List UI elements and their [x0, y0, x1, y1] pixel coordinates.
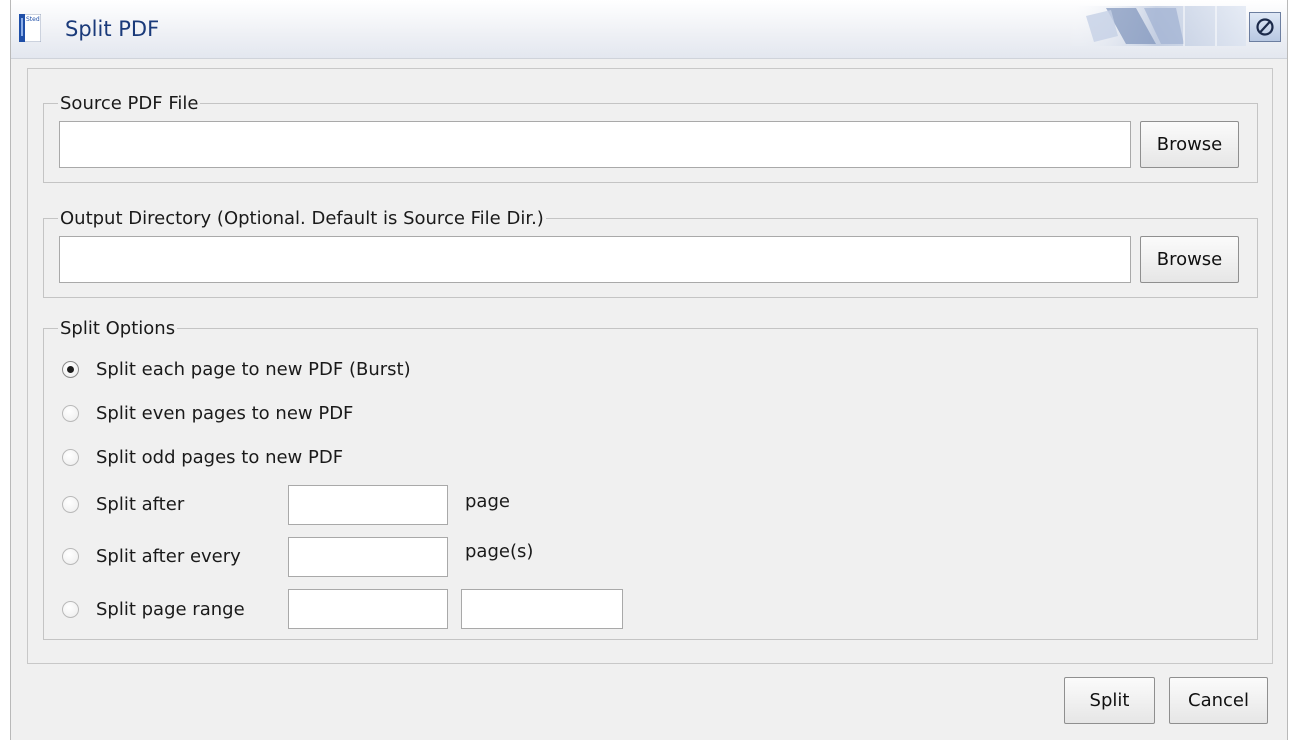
titlebar-decoration [1066, 6, 1246, 46]
output-browse-button[interactable]: Browse [1140, 236, 1239, 283]
cancel-button[interactable]: Cancel [1169, 677, 1268, 724]
window-title: Split PDF [65, 17, 160, 41]
source-pdf-input[interactable] [59, 121, 1131, 168]
option-odd-label: Split odd pages to new PDF [96, 446, 344, 468]
split-every-suffix: page(s) [465, 541, 534, 562]
output-directory-input[interactable] [59, 236, 1131, 283]
option-split-after-label: Split after [96, 493, 185, 515]
radio-page-range[interactable] [62, 600, 79, 618]
radio-selected-dot [67, 365, 74, 373]
no-entry-icon [1256, 18, 1274, 36]
split-after-suffix: page [465, 491, 510, 512]
radio-split-every[interactable] [62, 547, 79, 565]
split-pdf-dialog: Sted Split PDF Source PDF File Browse Ou… [10, 0, 1288, 740]
option-burst-label: Split each page to new PDF (Burst) [96, 358, 411, 380]
option-split-after[interactable]: Split after [62, 489, 184, 519]
output-directory-legend: Output Directory (Optional. Default is S… [60, 208, 544, 229]
option-even[interactable]: Split even pages to new PDF [62, 398, 353, 428]
split-every-input[interactable] [288, 537, 448, 577]
page-range-to-input[interactable] [461, 589, 623, 629]
option-page-range[interactable]: Split page range [62, 594, 245, 624]
app-icon: Sted [19, 14, 41, 42]
source-browse-button[interactable]: Browse [1140, 121, 1239, 168]
split-button[interactable]: Split [1064, 677, 1155, 724]
option-burst[interactable]: Split each page to new PDF (Burst) [62, 354, 411, 384]
split-options-legend: Split Options [60, 318, 176, 339]
split-after-input[interactable] [288, 485, 448, 525]
title-bar[interactable]: Sted Split PDF [11, 0, 1287, 59]
app-icon-text: Sted [26, 16, 40, 23]
close-button[interactable] [1249, 12, 1281, 42]
option-split-every-label: Split after every [96, 545, 241, 567]
radio-split-after[interactable] [62, 495, 79, 513]
page-range-from-input[interactable] [288, 589, 448, 629]
radio-burst[interactable] [62, 360, 79, 378]
radio-odd[interactable] [62, 448, 79, 466]
option-page-range-label: Split page range [96, 598, 245, 620]
radio-even[interactable] [62, 404, 79, 422]
option-even-label: Split even pages to new PDF [96, 402, 354, 424]
option-odd[interactable]: Split odd pages to new PDF [62, 442, 343, 472]
option-split-every[interactable]: Split after every [62, 541, 241, 571]
dialog-content: Source PDF File Browse Output Directory … [27, 68, 1273, 664]
source-pdf-legend: Source PDF File [60, 93, 199, 114]
